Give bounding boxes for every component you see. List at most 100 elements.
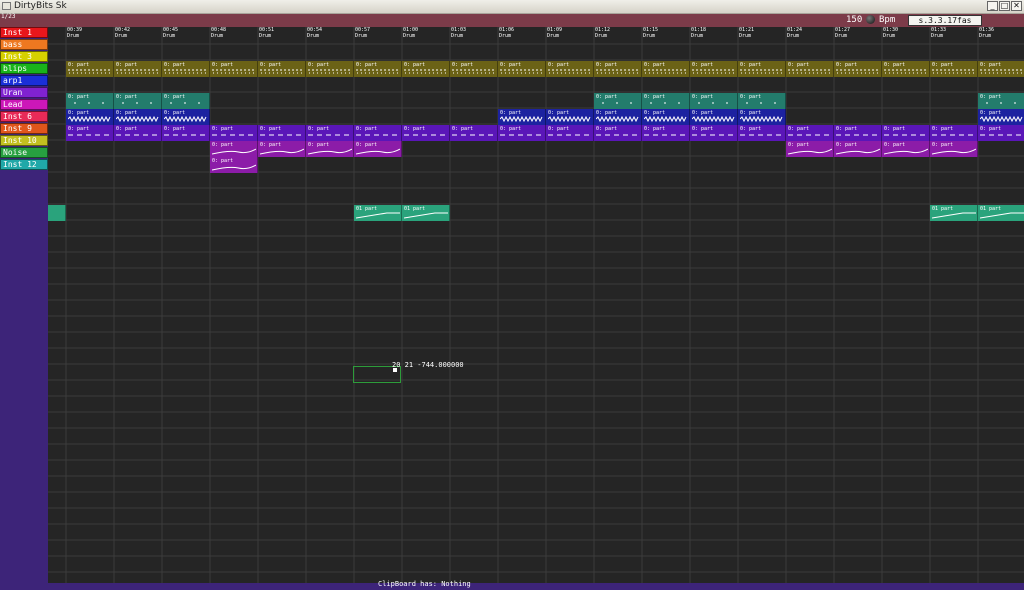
clip-waveform	[836, 148, 880, 155]
pattern-clip[interactable]: 0: part	[546, 109, 594, 125]
pattern-clip[interactable]: 0: part	[354, 125, 402, 141]
pattern-clip[interactable]: 01 part	[402, 205, 450, 221]
bpm-value[interactable]: 150	[846, 15, 862, 25]
pattern-clip[interactable]: 01 part	[354, 205, 402, 221]
pattern-clip[interactable]: 0: part	[498, 109, 546, 125]
pattern-clip[interactable]: 0: part	[66, 61, 114, 77]
track-button-lead[interactable]: Lead	[0, 99, 48, 110]
minimize-button[interactable]: _	[987, 1, 998, 11]
version-field[interactable]: s.3.3.17fas	[908, 15, 982, 26]
pattern-clip[interactable]: 0: part	[210, 157, 258, 173]
pattern-clip[interactable]: 0: part	[546, 125, 594, 141]
pattern-clip[interactable]: 0: part	[930, 141, 978, 157]
track-button-blips[interactable]: blips	[0, 63, 48, 74]
pattern-clip[interactable]: 0: part	[114, 109, 162, 125]
pattern-clip[interactable]: 0: part	[498, 125, 546, 141]
clip-waveform	[68, 134, 109, 136]
pattern-clip[interactable]: 0: part	[882, 61, 930, 77]
pattern-clip[interactable]: 0: part	[738, 125, 786, 141]
pattern-clip[interactable]: 0: part	[786, 125, 834, 141]
pattern-clip[interactable]: 0: part	[594, 61, 642, 77]
track-button-uran[interactable]: Uran	[0, 87, 48, 98]
pattern-clip[interactable]: 0: part	[66, 93, 114, 109]
pattern-clip[interactable]: 0: part	[738, 93, 786, 109]
pattern-clip[interactable]: 0: part	[210, 141, 258, 157]
track-button-noise[interactable]: Noise	[0, 147, 48, 158]
pattern-clip[interactable]: 0: part	[738, 61, 786, 77]
pattern-clip[interactable]: 0: part	[594, 125, 642, 141]
pattern-clip[interactable]: 0: part	[978, 61, 1024, 77]
pattern-clip[interactable]: 0: part	[978, 109, 1024, 125]
pattern-clip[interactable]: 0: part	[882, 141, 930, 157]
track-button-inst-3[interactable]: Inst 3	[0, 51, 48, 62]
pattern-clip[interactable]: 0: part	[450, 61, 498, 77]
pattern-clip[interactable]: 0: part	[402, 125, 450, 141]
pattern-clip[interactable]: 0: part	[642, 109, 690, 125]
pattern-clip[interactable]: 0: part	[162, 125, 210, 141]
pattern-clip[interactable]: 0: part	[690, 61, 738, 77]
pattern-clip[interactable]: 0: part	[690, 93, 738, 109]
pattern-clip[interactable]: 0: part	[114, 93, 162, 109]
pattern-clip[interactable]: 01 part	[930, 205, 978, 221]
pattern-clip[interactable]: 01 part	[978, 205, 1024, 221]
pattern-clip[interactable]: 0: part	[354, 141, 402, 157]
pattern-clip[interactable]: 0: part	[66, 109, 114, 125]
pattern-clip[interactable]: 0: part	[642, 93, 690, 109]
pattern-clip[interactable]	[48, 205, 66, 221]
pattern-clip[interactable]: 0: part	[210, 61, 258, 77]
pattern-clip[interactable]: 0: part	[834, 141, 882, 157]
pattern-clip[interactable]: 0: part	[258, 141, 306, 157]
pattern-clip[interactable]: 0: part	[258, 125, 306, 141]
track-button-arp1[interactable]: arp1	[0, 75, 48, 86]
clip-waveform	[404, 69, 446, 74]
pattern-clip[interactable]: 0: part	[306, 125, 354, 141]
pattern-clip[interactable]: 0: part	[546, 61, 594, 77]
pattern-clip[interactable]: 0: part	[978, 93, 1024, 109]
pattern-clip[interactable]: 0: part	[882, 125, 930, 141]
pattern-clip[interactable]: 0: part	[402, 61, 450, 77]
clip-waveform	[164, 134, 205, 136]
pattern-clip[interactable]: 0: part	[498, 61, 546, 77]
arrangement-grid[interactable]: 00:39 Drum 00:42 Drum 00:45 Drum 00:48 Drum 00:5…	[48, 27, 1024, 583]
pattern-clip[interactable]: 0: part	[930, 125, 978, 141]
clipboard-status: ClipBoard has: Nothing	[378, 580, 471, 588]
clip-waveform	[356, 69, 398, 74]
pattern-clip[interactable]: 0: part	[594, 93, 642, 109]
pattern-clip[interactable]: 0: part	[450, 125, 498, 141]
pattern-clip[interactable]: 0: part	[690, 125, 738, 141]
pattern-clip[interactable]: 0: part	[786, 61, 834, 77]
pattern-clip[interactable]: 0: part	[690, 109, 738, 125]
pattern-clip[interactable]: 0: part	[354, 61, 402, 77]
track-button-inst-10[interactable]: Inst 10	[0, 135, 48, 146]
pattern-clip[interactable]: 0: part	[738, 109, 786, 125]
pattern-clip[interactable]: 0: part	[306, 141, 354, 157]
pattern-clip[interactable]: 0: part	[834, 125, 882, 141]
pattern-clip[interactable]: 0: part	[642, 125, 690, 141]
pattern-clip[interactable]: 0: part	[786, 141, 834, 157]
track-button-inst-9[interactable]: Inst 9	[0, 123, 48, 134]
track-button-inst-1[interactable]: Inst 1	[0, 27, 48, 38]
pattern-clip[interactable]: 0: part	[642, 61, 690, 77]
maximize-button[interactable]: □	[999, 1, 1010, 11]
close-button[interactable]: ✕	[1011, 1, 1022, 11]
pattern-clip[interactable]: 0: part	[978, 125, 1024, 141]
track-button-inst-6[interactable]: Inst 6	[0, 111, 48, 122]
pattern-clip[interactable]: 0: part	[162, 61, 210, 77]
pattern-clip[interactable]: 0: part	[114, 61, 162, 77]
track-button-inst-12[interactable]: Inst 12	[0, 159, 48, 170]
pattern-clip[interactable]: 0: part	[162, 109, 210, 125]
pattern-clip[interactable]: 0: part	[66, 125, 114, 141]
pattern-clip[interactable]: 0: part	[306, 61, 354, 77]
pattern-clip[interactable]: 0: part	[258, 61, 306, 77]
pattern-clip[interactable]: 0: part	[210, 125, 258, 141]
clip-waveform	[170, 102, 200, 104]
pattern-clip[interactable]: 0: part	[162, 93, 210, 109]
track-button-bass[interactable]: bass	[0, 39, 48, 50]
pattern-clip[interactable]: 0: part	[930, 61, 978, 77]
pattern-clip[interactable]: 0: part	[834, 61, 882, 77]
pattern-clip[interactable]: 0: part	[114, 125, 162, 141]
pattern-clip[interactable]: 0: part	[594, 109, 642, 125]
clip-waveform	[980, 115, 1023, 123]
bpm-knob-icon[interactable]	[866, 15, 875, 24]
clip-waveform	[68, 69, 110, 74]
